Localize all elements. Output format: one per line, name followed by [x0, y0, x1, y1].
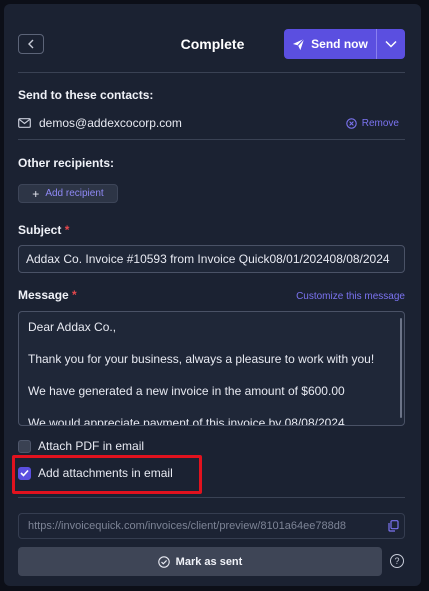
send-button-group: Send now	[284, 29, 405, 59]
invoice-link-field[interactable]: https://invoicequick.com/invoices/client…	[18, 513, 405, 539]
contacts-divider	[18, 139, 405, 140]
send-icon	[293, 38, 305, 50]
send-now-button[interactable]: Send now	[284, 29, 377, 59]
message-label-text: Message	[18, 288, 69, 302]
message-required-mark: *	[72, 288, 77, 302]
plus-icon: +	[32, 186, 40, 201]
add-recipient-label: Add recipient	[45, 188, 104, 199]
remove-contact-button[interactable]: Remove	[346, 118, 399, 129]
other-recipients-label: Other recipients:	[18, 156, 115, 170]
message-textarea[interactable]: Dear Addax Co., Thank you for your busin…	[18, 311, 405, 426]
options-divider	[18, 497, 405, 498]
contact-email: demos@addexcocorp.com	[18, 116, 182, 130]
message-line: We have generated a new invoice in the a…	[28, 384, 345, 398]
mail-icon	[18, 118, 31, 128]
message-line: Thank you for your business, always a pl…	[28, 352, 375, 366]
subject-label-text: Subject	[18, 223, 62, 237]
attach-pdf-option[interactable]: Attach PDF in email	[18, 439, 144, 453]
customize-message-link[interactable]: Customize this message	[296, 291, 405, 302]
mark-as-sent-button[interactable]: Mark as sent	[18, 547, 382, 576]
contact-row: demos@addexcocorp.com Remove	[18, 116, 405, 136]
close-circle-icon	[346, 118, 357, 129]
highlight-annotation	[12, 455, 202, 494]
header-divider	[18, 72, 405, 73]
chevron-down-icon	[385, 40, 397, 48]
panel-header: Complete Send now	[4, 4, 421, 78]
invoice-link-text: https://invoicequick.com/invoices/client…	[28, 520, 346, 532]
contacts-label: Send to these contacts:	[18, 88, 154, 102]
mark-as-sent-label: Mark as sent	[175, 555, 243, 568]
subject-input[interactable]: Addax Co. Invoice #10593 from Invoice Qu…	[18, 245, 405, 273]
message-scrollbar[interactable]	[400, 318, 402, 418]
send-invoice-panel: Complete Send now Send to these contacts…	[4, 4, 421, 586]
help-icon[interactable]: ?	[390, 554, 404, 568]
message-line: Dear Addax Co.,	[28, 320, 117, 334]
subject-required-mark: *	[64, 223, 70, 237]
attach-pdf-checkbox[interactable]	[18, 439, 31, 453]
send-options-dropdown[interactable]	[377, 29, 405, 59]
copy-icon[interactable]	[388, 520, 399, 532]
add-recipient-button[interactable]: + Add recipient	[18, 184, 118, 203]
attach-pdf-label: Attach PDF in email	[38, 439, 145, 453]
contact-email-text: demos@addexcocorp.com	[39, 116, 182, 130]
subject-value: Addax Co. Invoice #10593 from Invoice Qu…	[26, 252, 390, 266]
send-now-label: Send now	[311, 37, 368, 51]
message-label: Message *	[18, 288, 77, 302]
subject-label: Subject *	[18, 223, 69, 237]
check-circle-icon	[157, 555, 170, 568]
message-line: We would appreciate payment of this invo…	[28, 416, 345, 426]
remove-label: Remove	[361, 118, 399, 129]
